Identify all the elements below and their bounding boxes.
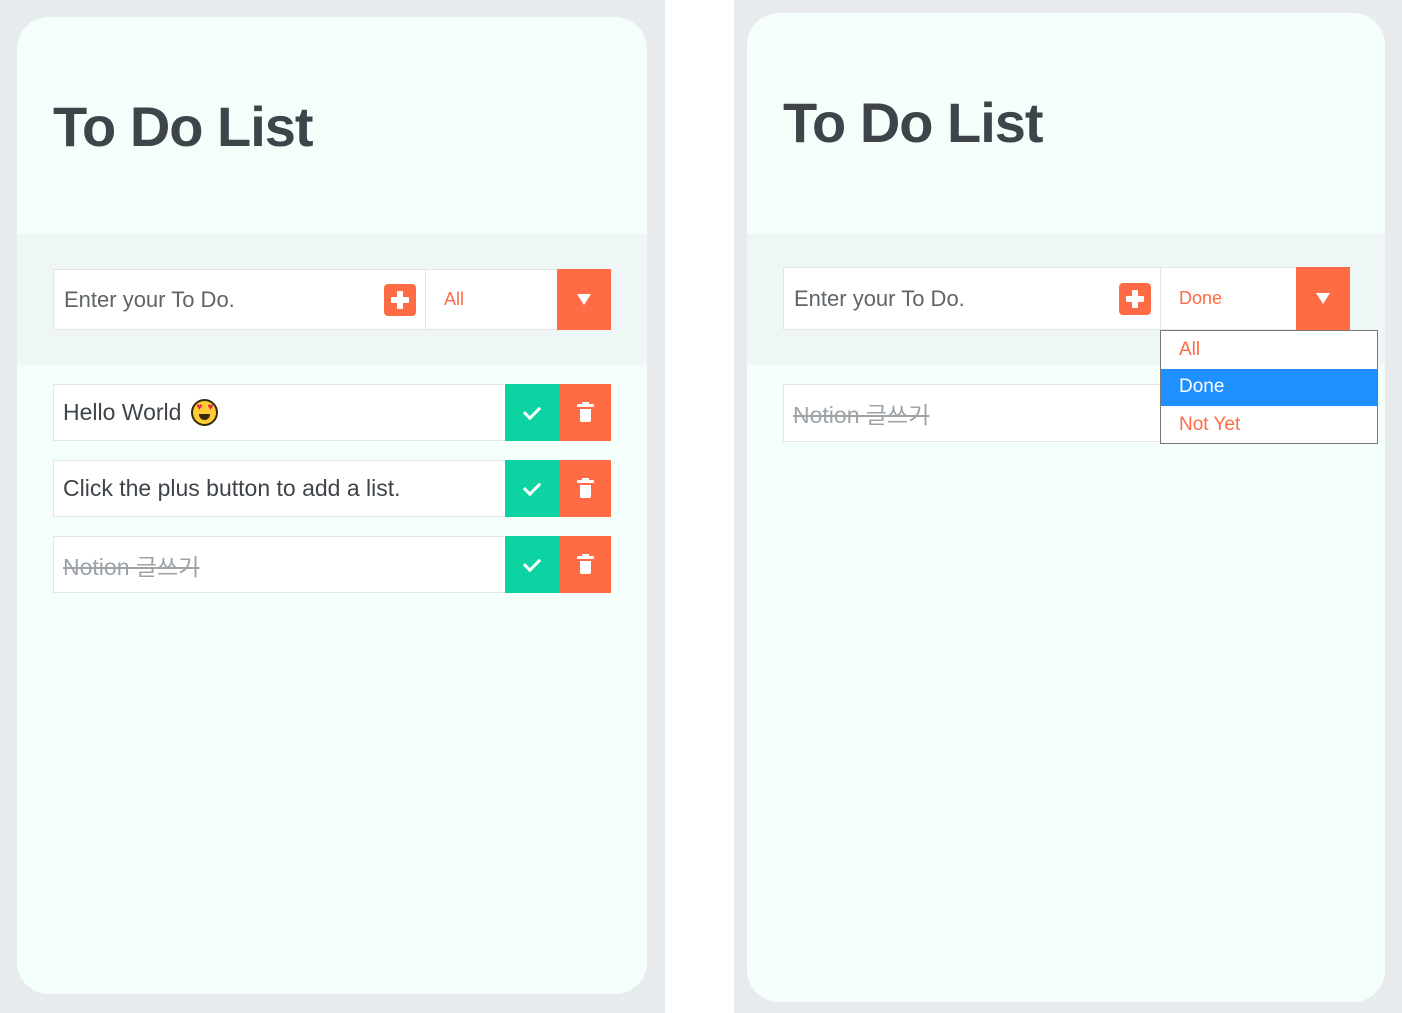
filter-option-not-yet[interactable]: Not Yet bbox=[1161, 406, 1377, 444]
filter-option-all[interactable]: All bbox=[1161, 331, 1377, 369]
todo-item: Notion 글쓰기 bbox=[783, 384, 1161, 442]
todo-item: Hello World bbox=[53, 384, 611, 441]
trash-icon bbox=[576, 401, 594, 422]
filter-option-done[interactable]: Done bbox=[1161, 368, 1377, 406]
todo-item-text: Hello World bbox=[63, 385, 219, 440]
todo-card-right: To Do List Done Notion 글쓰기 All Done Not … bbox=[747, 13, 1385, 1002]
todo-input[interactable] bbox=[783, 267, 1110, 330]
delete-button[interactable] bbox=[559, 460, 611, 517]
todo-item-text-done: Notion 글쓰기 bbox=[793, 402, 930, 428]
todo-item: Click the plus button to add a list. bbox=[53, 460, 611, 517]
todo-item: Notion 글쓰기 bbox=[53, 536, 611, 593]
check-icon bbox=[522, 553, 542, 572]
delete-button[interactable] bbox=[559, 536, 611, 593]
plus-icon bbox=[1119, 282, 1151, 315]
dropdown-arrow-button[interactable] bbox=[1296, 267, 1350, 330]
caret-down-icon bbox=[577, 294, 591, 305]
check-icon bbox=[522, 477, 542, 496]
complete-button[interactable] bbox=[505, 536, 559, 593]
todo-item-text-done: Notion 글쓰기 bbox=[63, 553, 200, 580]
plus-icon bbox=[384, 283, 416, 316]
todo-text-label: Hello World bbox=[63, 399, 182, 425]
add-button[interactable] bbox=[1110, 267, 1160, 330]
dropdown-arrow-button[interactable] bbox=[557, 269, 611, 330]
add-button[interactable] bbox=[375, 269, 425, 330]
star-struck-emoji-icon bbox=[191, 399, 219, 426]
page-title: To Do List bbox=[53, 95, 314, 158]
complete-button[interactable] bbox=[505, 384, 559, 441]
todo-input[interactable] bbox=[53, 269, 375, 330]
filter-selected-value: All bbox=[444, 289, 465, 309]
trash-icon bbox=[576, 477, 594, 498]
page-title: To Do List bbox=[783, 91, 1044, 154]
caret-down-icon bbox=[1316, 293, 1330, 304]
trash-icon bbox=[576, 553, 594, 574]
todo-item-text: Click the plus button to add a list. bbox=[63, 475, 401, 501]
delete-button[interactable] bbox=[559, 384, 611, 441]
complete-button[interactable] bbox=[505, 460, 559, 517]
check-icon bbox=[522, 401, 542, 420]
todo-card-left: To Do List All Hello World Click the plu… bbox=[17, 17, 647, 994]
filter-select[interactable]: Done bbox=[1160, 267, 1350, 330]
filter-dropdown-menu: All Done Not Yet bbox=[1160, 330, 1378, 444]
filter-selected-value: Done bbox=[1179, 288, 1223, 308]
filter-select[interactable]: All bbox=[425, 269, 611, 330]
